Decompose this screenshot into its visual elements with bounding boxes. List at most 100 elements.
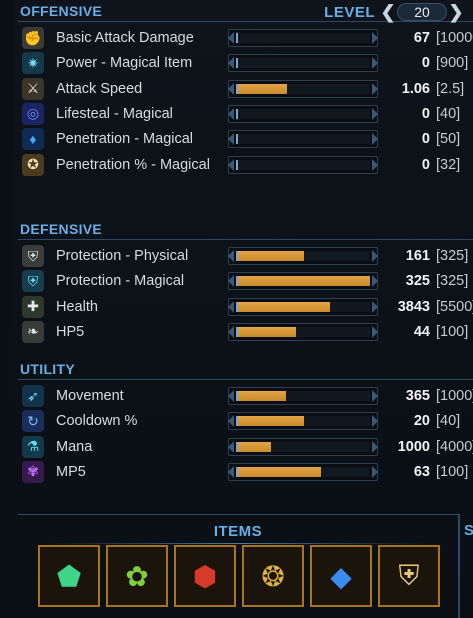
lotus-icon: ✾ xyxy=(22,460,44,483)
stat-max: [4000] xyxy=(436,438,473,455)
runner-icon: ➶ xyxy=(22,385,44,407)
stat-bar-fill xyxy=(238,276,370,287)
potion-icon: ⚗ xyxy=(22,435,44,458)
stat-bar xyxy=(228,322,378,341)
level-decrease-button[interactable]: ❮ xyxy=(380,3,395,21)
stat-label: Movement xyxy=(56,388,124,404)
stat-row-protection-physical: ⛨ Protection - Physical 161 [325] xyxy=(22,244,472,269)
stat-bar xyxy=(228,54,378,73)
green-shield-item-icon: ⬟ xyxy=(56,560,82,592)
stat-bar-track xyxy=(236,441,370,452)
stat-row-health: ✚ Health 3843 [5500] xyxy=(22,295,473,320)
level-selector: LEVEL ❮ 20 ❯ xyxy=(324,2,464,22)
magic-shield-icon: ⛨ xyxy=(22,270,44,293)
magic-star-icon: ✷ xyxy=(22,52,44,75)
stat-bar-track xyxy=(236,134,370,145)
stat-bar xyxy=(228,155,378,174)
stat-label: Penetration - Magical xyxy=(56,131,194,148)
stat-value: 0 xyxy=(421,55,430,72)
stat-value: 0 xyxy=(421,105,430,122)
stat-row-protection-magical: ⛨ Protection - Magical 325 [325] xyxy=(22,269,472,294)
stat-bar-track xyxy=(236,391,370,401)
red-armor-item-icon: ⬢ xyxy=(192,560,218,592)
stat-label: Power - Magical Item xyxy=(56,55,193,72)
item-slot-3[interactable]: ⬢ xyxy=(174,545,236,607)
stat-max: [50] xyxy=(436,131,461,148)
stat-row-attack-speed: ⚔ Attack Speed 1.06 [2.5] xyxy=(22,77,472,102)
stat-bar xyxy=(228,29,378,47)
cooldown-icon: ↻ xyxy=(22,410,44,433)
stat-max: [40] xyxy=(436,105,461,122)
stat-row-basic-attack-damage: ✊ Basic Attack Damage 67 [10000] xyxy=(22,26,473,51)
item-slot-1[interactable]: ⬟ xyxy=(38,545,100,607)
stat-label: Basic Attack Damage xyxy=(56,30,194,46)
stat-row-mana: ⚗ Mana 1000 [4000] xyxy=(22,435,473,460)
stat-bar-fill xyxy=(238,441,271,452)
items-title: ITEMS xyxy=(213,523,263,540)
stat-bar-track xyxy=(236,159,370,170)
stat-bar-fill xyxy=(238,466,322,477)
stat-label: Penetration % - Magical xyxy=(56,156,210,173)
stat-max: [1000] xyxy=(436,388,473,404)
stat-bar xyxy=(228,247,378,265)
stat-label: Health xyxy=(56,298,98,315)
stat-label: HP5 xyxy=(56,323,85,340)
sword-icon: ⚔ xyxy=(22,77,44,100)
level-label: LEVEL xyxy=(324,3,375,21)
fist-icon: ✊ xyxy=(22,27,44,49)
stat-max: [5500] xyxy=(436,298,473,315)
stat-value: 67 xyxy=(413,30,430,46)
stat-bar xyxy=(228,130,378,149)
stat-bar-track xyxy=(236,416,370,427)
stat-bar-fill xyxy=(238,251,304,261)
stat-value: 63 xyxy=(413,463,430,480)
stat-bar-track xyxy=(236,466,370,477)
stat-max: [325] xyxy=(436,248,469,264)
stat-value: 1000 xyxy=(397,438,430,455)
stat-value: 365 xyxy=(405,388,430,404)
level-increase-button[interactable]: ❯ xyxy=(448,3,463,21)
stat-bar-track xyxy=(236,251,370,261)
blue-crystal-item-icon: ◆ xyxy=(330,560,352,592)
stat-value: 20 xyxy=(413,413,430,430)
stat-row-penetration-magical: ✪ Penetration % - Magical 0 [32] xyxy=(22,153,472,178)
stat-value: 1.06 xyxy=(401,80,430,97)
shield-icon: ⛨ xyxy=(22,245,44,267)
stat-bar-fill xyxy=(238,416,304,427)
stat-label: Protection - Physical xyxy=(56,248,189,264)
stat-row-lifesteal-magical: ◎ Lifesteal - Magical 0 [40] xyxy=(22,102,472,127)
stat-value: 0 xyxy=(421,156,430,173)
utility-title: UTILITY xyxy=(20,361,75,377)
utility-section-header: UTILITY xyxy=(18,360,473,380)
defensive-section-header: DEFENSIVE xyxy=(18,220,473,240)
stat-bar-track xyxy=(236,326,370,337)
stat-label: Protection - Magical xyxy=(56,273,185,290)
items-area: ITEMS ⬟ ✿ ⬢ ❂ ◆ ⛨ xyxy=(18,514,458,618)
item-slot-6[interactable]: ⛨ xyxy=(378,545,440,607)
stat-bar-track xyxy=(236,58,370,69)
stat-bar xyxy=(228,79,378,98)
spiral-icon: ✪ xyxy=(22,153,44,176)
offensive-title: OFFENSIVE xyxy=(20,3,103,19)
dragon-shield-item-icon: ⛨ xyxy=(398,559,420,591)
defensive-title: DEFENSIVE xyxy=(20,221,103,237)
stat-bar xyxy=(228,272,378,291)
stat-label: Attack Speed xyxy=(56,80,143,97)
stat-max: [10000] xyxy=(436,30,473,46)
stat-bar xyxy=(228,104,378,123)
blue-flame-icon: ♦ xyxy=(22,128,44,151)
stat-bar xyxy=(228,387,378,405)
offensive-section-header: OFFENSIVE LEVEL ❮ 20 ❯ xyxy=(18,2,473,22)
stat-bar-track xyxy=(236,83,370,94)
item-slot-5[interactable]: ◆ xyxy=(310,545,372,607)
item-slot-2[interactable]: ✿ xyxy=(106,545,168,607)
item-slot-4[interactable]: ❂ xyxy=(242,545,304,607)
side-panel-label: S xyxy=(464,522,473,539)
stat-max: [100] xyxy=(436,463,469,480)
stat-bar-fill xyxy=(238,326,297,337)
stat-bar xyxy=(228,412,378,431)
goblin-item-icon: ✿ xyxy=(125,560,149,592)
stat-max: [900] xyxy=(436,55,469,72)
stat-row-cooldown: ↻ Cooldown % 20 [40] xyxy=(22,409,472,434)
stat-label: Lifesteal - Magical xyxy=(56,105,173,122)
